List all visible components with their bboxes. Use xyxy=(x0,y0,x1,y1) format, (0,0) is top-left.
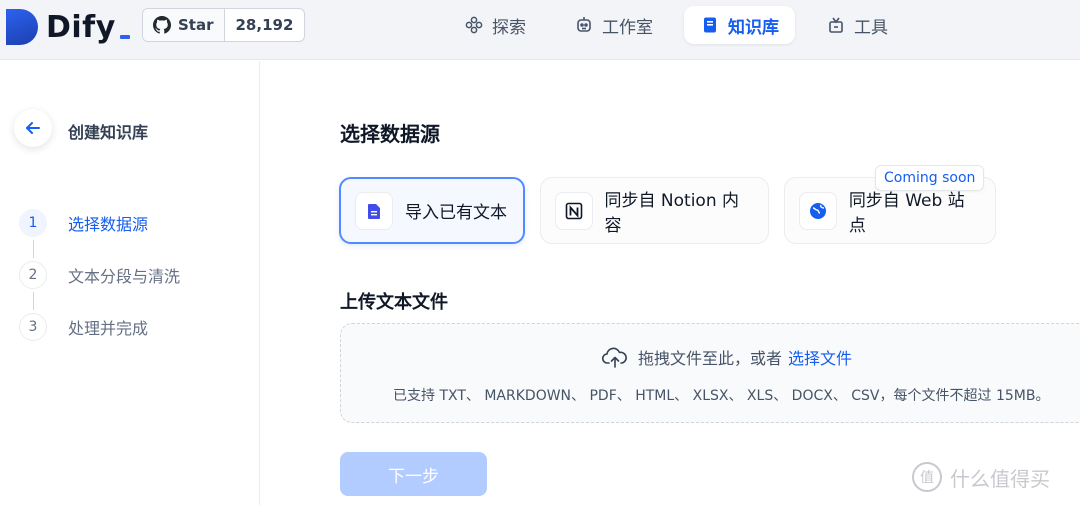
github-icon xyxy=(153,16,171,34)
document-icon xyxy=(355,191,393,230)
step-3-number: 3 xyxy=(19,313,47,341)
nav-knowledge[interactable]: 知识库 xyxy=(684,6,795,44)
step-2: 2 文本分段与清洗 xyxy=(19,261,180,289)
robot-icon xyxy=(577,17,591,32)
sidebar: 创建知识库 1 选择数据源 2 文本分段与清洗 3 处理并完成 xyxy=(0,61,260,505)
github-star-button[interactable]: Star xyxy=(143,9,225,41)
nav-explore[interactable]: 探索 xyxy=(448,6,542,44)
source-import-text[interactable]: 导入已有文本 xyxy=(339,177,525,244)
file-dropzone[interactable]: 拖拽文件至此，或者 选择文件 已支持 TXT、 MARKDOWN、 PDF、 H… xyxy=(340,323,1080,423)
step-1: 1 选择数据源 xyxy=(19,209,148,237)
cloud-upload-icon xyxy=(601,347,627,368)
nav-studio[interactable]: 工作室 xyxy=(558,6,669,44)
next-step-button[interactable]: 下一步 xyxy=(340,452,487,496)
step-1-label: 选择数据源 xyxy=(68,215,149,234)
step-connector xyxy=(33,292,34,310)
notion-icon xyxy=(555,191,593,230)
explore-icon xyxy=(465,16,483,34)
dropzone-hint-row: 拖拽文件至此，或者 选择文件 xyxy=(601,345,852,369)
arrow-left-icon xyxy=(26,122,40,134)
nav-knowledge-label: 知识库 xyxy=(728,17,779,38)
dropzone-hint: 拖拽文件至此，或者 xyxy=(638,349,783,368)
logo-text: Dify xyxy=(46,10,130,45)
upload-title: 上传文本文件 xyxy=(340,292,448,313)
book-icon xyxy=(704,17,716,33)
step-3-label: 处理并完成 xyxy=(68,319,149,338)
github-star-count[interactable]: 28,192 xyxy=(225,9,305,41)
watermark-badge: 值 xyxy=(912,462,942,492)
nav-studio-label: 工作室 xyxy=(602,17,653,38)
nav-explore-label: 探索 xyxy=(492,17,526,38)
page-title: 选择数据源 xyxy=(340,122,440,146)
source-web-label: 同步自 Web 站点 xyxy=(848,190,965,236)
step-1-number: 1 xyxy=(19,209,47,237)
tools-icon xyxy=(829,17,843,33)
sidebar-title: 创建知识库 xyxy=(68,123,149,142)
back-button[interactable] xyxy=(14,109,52,147)
github-star-widget[interactable]: Star 28,192 xyxy=(142,8,306,42)
step-3: 3 处理并完成 xyxy=(19,313,148,341)
github-star-label: Star xyxy=(178,16,214,34)
top-bar: Dify Star 28,192 探索 工作室 知识库 工具 xyxy=(0,0,1080,60)
nav-tools-label: 工具 xyxy=(854,17,888,38)
logo-mark-icon xyxy=(6,9,38,45)
globe-icon xyxy=(799,191,837,230)
source-import-text-label: 导入已有文本 xyxy=(405,203,507,223)
select-file-link[interactable]: 选择文件 xyxy=(788,345,852,369)
supported-formats: 已支持 TXT、 MARKDOWN、 PDF、 HTML、 XLSX、 XLS、… xyxy=(393,388,1050,404)
step-2-label: 文本分段与清洗 xyxy=(68,267,181,286)
source-notion-label: 同步自 Notion 内容 xyxy=(604,190,740,236)
step-connector xyxy=(33,240,34,258)
watermark: 值 什么值得买 xyxy=(912,462,1050,492)
coming-soon-badge: Coming soon xyxy=(875,165,985,191)
dify-logo[interactable]: Dify xyxy=(6,9,130,45)
step-2-number: 2 xyxy=(19,261,47,289)
watermark-text: 什么值得买 xyxy=(950,466,1050,491)
source-notion[interactable]: 同步自 Notion 内容 xyxy=(540,177,769,244)
nav-tools[interactable]: 工具 xyxy=(810,6,904,44)
